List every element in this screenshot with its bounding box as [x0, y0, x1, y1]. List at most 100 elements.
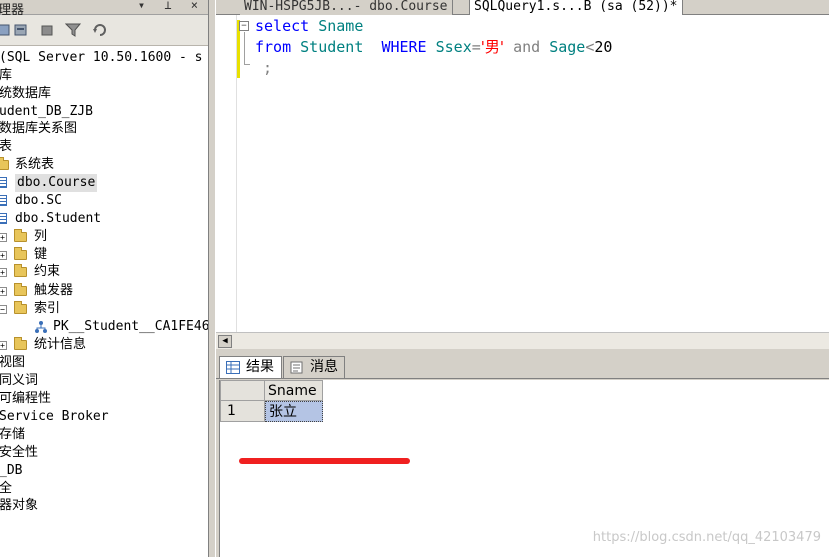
tree-item-label: 可编程性: [0, 391, 52, 406]
expand-icon[interactable]: +: [0, 233, 7, 242]
tree-item-label: 约束: [34, 264, 61, 279]
tree-item[interactable]: dbo.Student: [0, 210, 208, 228]
keyword-where: WHERE: [381, 38, 427, 56]
column-header-sname[interactable]: Sname: [265, 380, 323, 401]
tree-item[interactable]: + 统计信息: [0, 336, 208, 354]
folder-icon: [14, 229, 27, 242]
table-cell-sname[interactable]: 张立: [265, 401, 323, 422]
tree-item[interactable]: 全: [0, 480, 208, 498]
outline-guide: [244, 32, 245, 64]
tree-item-label: 列: [34, 229, 48, 244]
expand-icon[interactable]: +: [0, 251, 7, 260]
scroll-left-icon[interactable]: ◀: [218, 335, 232, 348]
string-literal: '男': [480, 38, 505, 56]
tab-results-label: 结果: [246, 359, 274, 375]
explorer-title-bar: 理器 ▾ ⊥ ×: [0, 0, 208, 18]
tree-item-label: 触发器: [34, 283, 74, 298]
tab-sqlquery1[interactable]: SQLQuery1.s...B (sa (52))*: [469, 0, 683, 16]
tab-results[interactable]: 结果: [219, 356, 282, 378]
tree-item-label: dbo.Student: [15, 211, 102, 226]
tree-item-label: Service Broker: [0, 409, 109, 424]
connect-icon[interactable]: [0, 22, 13, 38]
tree-item[interactable]: PK__Student__CA1FE46: [0, 318, 208, 336]
explorer-window-buttons[interactable]: ▾ ⊥ ×: [138, 0, 204, 12]
tree-item[interactable]: + 键: [0, 246, 208, 264]
red-underline-annotation: [239, 458, 410, 464]
collapse-icon[interactable]: −: [0, 305, 7, 314]
tree-item-label: 统计信息: [34, 337, 87, 352]
refresh-icon[interactable]: [92, 22, 109, 38]
panel-splitter[interactable]: [208, 0, 216, 557]
identifier-sname: Sname: [318, 17, 364, 35]
code-line-2: from Student WHERE Ssex='男' and Sage<20: [255, 37, 612, 57]
tab-dbo-course[interactable]: WIN-HSPG5JB...- dbo.Course: [240, 0, 453, 15]
row-number[interactable]: 1: [220, 401, 265, 422]
results-pane: 结果 消息 Sname 1 张立: [216, 349, 829, 557]
tree-item[interactable]: 表: [0, 138, 208, 156]
collapse-toggle[interactable]: −: [239, 21, 249, 31]
tree-item[interactable]: − 索引: [0, 300, 208, 318]
tree-item-label: 统数据库: [0, 86, 52, 101]
filter-icon[interactable]: [65, 22, 82, 38]
tree-item-label: PK__Student__CA1FE46: [53, 319, 208, 334]
tree-item[interactable]: 视图: [0, 354, 208, 372]
tree-item-label: 系统表: [15, 157, 55, 172]
expand-icon[interactable]: +: [0, 287, 7, 296]
editor-horizontal-scrollbar[interactable]: ◀: [216, 332, 829, 349]
tree-item-label: udent_DB_ZJB: [0, 104, 93, 119]
tree-item[interactable]: 统数据库: [0, 85, 208, 103]
tree-item-label: 库: [0, 68, 13, 83]
expand-icon[interactable]: +: [0, 341, 7, 350]
stop-icon[interactable]: [39, 22, 56, 38]
tree-item[interactable]: 存储: [0, 426, 208, 444]
code-line-3: ;: [263, 58, 272, 78]
tree-item[interactable]: dbo.Course: [0, 174, 208, 192]
tree-item[interactable]: + 约束: [0, 263, 208, 281]
identifier-sage: Sage: [549, 38, 586, 56]
index-icon: [35, 321, 47, 333]
tree-item[interactable]: (SQL Server 10.50.1600 - s: [0, 49, 208, 67]
tree-item[interactable]: _DB: [0, 462, 208, 480]
tree-item[interactable]: Service Broker: [0, 408, 208, 426]
tree-item-label: 数据库关系图: [0, 121, 78, 136]
outline-guide-end: [244, 64, 250, 65]
tree-item-label: 索引: [34, 301, 61, 316]
folder-icon: [14, 264, 27, 277]
keyword-from: from: [255, 38, 292, 56]
operator-less-than: <: [585, 38, 595, 56]
keyword-and: and: [513, 38, 541, 56]
folder-icon: [0, 157, 9, 170]
tree-item[interactable]: 库: [0, 67, 208, 85]
tree-item[interactable]: 安全性: [0, 444, 208, 462]
identifier-student: Student: [300, 38, 364, 56]
tree-item-label: 同义词: [0, 373, 39, 388]
tree-item[interactable]: dbo.SC: [0, 192, 208, 210]
tree-item[interactable]: 可编程性: [0, 390, 208, 408]
tree-item[interactable]: 数据库关系图: [0, 120, 208, 138]
folder-icon: [14, 301, 27, 314]
tree-item-label: 视图: [0, 355, 26, 370]
tree-item-label: 键: [34, 247, 48, 262]
watermark: https://blog.csdn.net/qq_42103479: [592, 530, 821, 545]
tree-item[interactable]: + 列: [0, 228, 208, 246]
tree-item[interactable]: 同义词: [0, 372, 208, 390]
expand-icon[interactable]: +: [0, 268, 7, 277]
query-editor[interactable]: − select Sname from Student WHERE Ssex='…: [216, 15, 829, 332]
tree-item-label: 表: [0, 139, 13, 154]
folder-icon: [14, 337, 27, 350]
folder-icon: [14, 283, 27, 296]
code-line-1: select Sname: [255, 16, 363, 36]
explorer-toolbar: [0, 15, 208, 46]
grid-icon: [226, 361, 240, 374]
table-icon: [0, 195, 7, 206]
disconnect-icon[interactable]: [13, 22, 30, 38]
tree-item[interactable]: 器对象: [0, 497, 208, 515]
tree-item[interactable]: + 触发器: [0, 282, 208, 300]
tab-messages[interactable]: 消息: [283, 356, 345, 378]
tree-item[interactable]: 系统表: [0, 156, 208, 174]
folder-icon: [14, 247, 27, 260]
tree-item[interactable]: udent_DB_ZJB: [0, 103, 208, 121]
tree-item-label: dbo.SC: [15, 193, 62, 208]
grid-corner[interactable]: [220, 380, 265, 401]
object-explorer: 理器 ▾ ⊥ × (SQL Server 10.50.1600 - s 库统数据库…: [0, 0, 208, 557]
